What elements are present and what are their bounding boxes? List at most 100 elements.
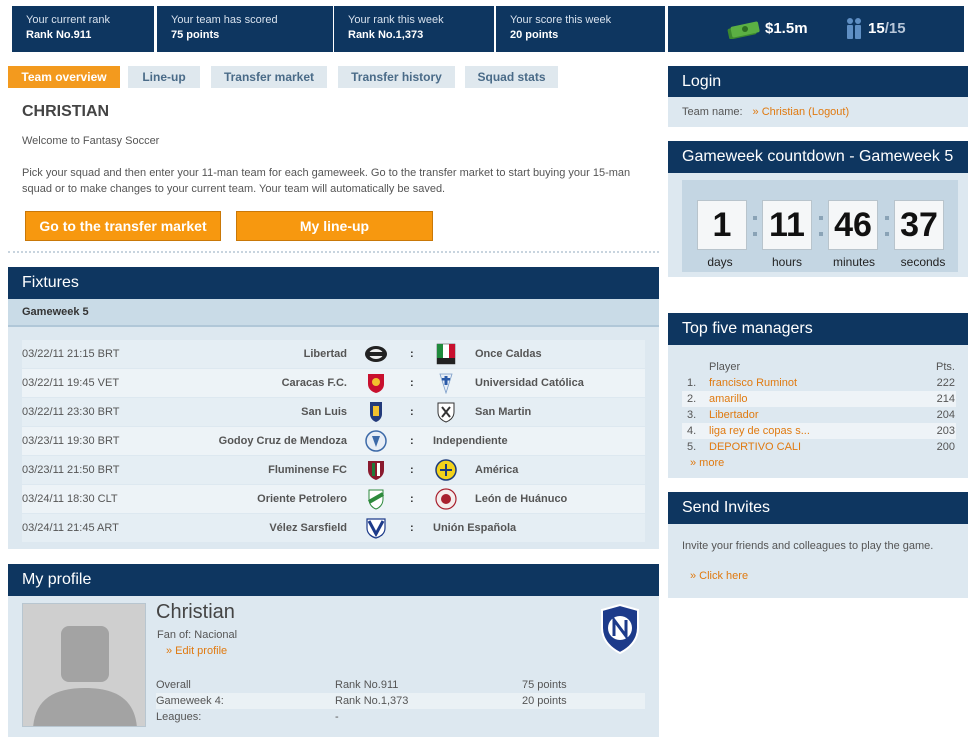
america-badge-icon [435,459,457,481]
edit-profile-link[interactable]: » Edit profile [166,645,227,657]
manager-points: 204 [936,409,955,421]
fixture-date: 03/22/11 21:15 BRT [22,348,120,360]
tab-transfer-history[interactable]: Transfer history [338,66,455,88]
fixture-away-team[interactable]: Unión Española [433,522,516,534]
fixture-home-team[interactable]: Caracas F.C. [282,377,347,389]
invite-text: Invite your friends and colleagues to pl… [682,540,934,552]
oriente-petrolero-badge-icon [368,489,384,510]
fixture-home-team[interactable]: Godoy Cruz de Mendoza [219,435,347,447]
manager-rank: 2. [687,393,697,405]
stat-value: Rank No.911 [26,29,92,41]
overall-points: 75 points [522,679,567,691]
fixture-separator: : [410,406,414,418]
fixture-home-team[interactable]: Vélez Sarsfield [269,522,347,534]
avatar [22,603,146,727]
team-name-label: Team name: [682,106,743,118]
manager-name-link[interactable]: francisco Ruminot [709,377,797,389]
budget-squad-box: $1.5m 15/15 [668,6,964,52]
logout-link[interactable]: » Christian (Logout) [753,106,850,118]
countdown-separator [818,204,824,246]
fixture-away-team[interactable]: Universidad Católica [475,377,584,389]
stat-value: 20 points [510,29,559,41]
fixture-separator: : [410,348,414,360]
fixture-row: 03/22/11 21:15 BRT Libertad : Once Calda… [22,340,645,368]
fixture-separator: : [410,493,414,505]
invite-click-here-link[interactable]: » Click here [690,570,748,582]
manager-name-link[interactable]: amarillo [709,393,748,405]
manager-name-link[interactable]: DEPORTIVO CALI [709,441,801,453]
libertad-badge-icon [365,346,387,362]
invites-panel [668,524,968,598]
stat-week-score: Your score this week 20 points [496,6,665,52]
invites-header: Send Invites [668,492,968,524]
tab-transfer-market[interactable]: Transfer market [211,66,327,88]
tab-team-overview[interactable]: Team overview [8,66,120,88]
velez-sarsfield-badge-icon [366,518,386,539]
profile-overall-row: Overall Rank No.911 75 points [156,677,645,693]
san-martin-badge-icon [437,402,455,423]
stat-value: 75 points [171,29,220,41]
countdown-hours: 11 [762,200,812,250]
gameweek-label: Gameweek 4: [156,695,224,707]
fixture-date: 03/24/11 18:30 CLT [22,493,118,505]
transfer-market-button[interactable]: Go to the transfer market [25,211,221,241]
profile-header: My profile [8,564,659,596]
my-lineup-button[interactable]: My line-up [236,211,433,241]
profile-name: Christian [156,601,235,623]
leagues-value: - [335,711,339,723]
manager-name-link[interactable]: liga rey de copas s... [709,425,810,437]
countdown-minutes: 46 [828,200,878,250]
money-stack-icon [727,21,760,39]
countdown-days-label: days [707,255,733,269]
squad-count: 15/15 [868,20,906,37]
fixture-home-team[interactable]: Libertad [304,348,347,360]
fixture-home-team[interactable]: Fluminense FC [268,464,347,476]
fixture-date: 03/23/11 19:30 BRT [22,435,120,447]
avatar-placeholder-icon [33,626,137,726]
countdown-days: 1 [697,200,747,250]
profile-gameweek-row: Gameweek 4: Rank No.1,373 20 points [156,693,645,709]
welcome-text: Welcome to Fantasy Soccer [22,135,160,147]
managers-header: Top five managers [668,313,968,345]
stat-current-rank: Your current rank Rank No.911 [12,6,154,52]
nacional-crest-icon [601,604,639,654]
fixture-away-team[interactable]: San Martin [475,406,531,418]
points-column-header: Pts. [936,361,955,373]
fixture-date: 03/23/11 21:50 BRT [22,464,120,476]
fixture-home-team[interactable]: San Luis [301,406,347,418]
stat-label: Your team has scored [171,14,278,26]
leon-de-huanuco-badge-icon [435,488,457,510]
fixture-row: 03/24/11 18:30 CLT Oriente Petrolero : L… [22,485,645,513]
overall-rank: Rank No.911 [335,679,399,691]
manager-points: 203 [936,425,955,437]
fixture-away-team[interactable]: León de Huánuco [475,493,567,505]
more-managers-link[interactable]: » more [690,457,724,469]
countdown-hours-label: hours [771,255,803,269]
overall-label: Overall [156,679,191,691]
countdown-seconds-label: seconds [900,255,946,269]
leagues-label: Leagues: [156,711,202,723]
manager-name-link[interactable]: Libertador [709,409,759,421]
tab-squad-stats[interactable]: Squad stats [465,66,558,88]
budget-value: $1.5m [765,20,808,37]
fixture-row: 03/23/11 19:30 BRT Godoy Cruz de Mendoza… [22,427,645,455]
fluminense-badge-icon [368,461,384,480]
gameweek-points: 20 points [522,695,567,707]
squad-count-value: 15 [868,20,885,37]
stat-value: Rank No.1,373 [348,29,424,41]
fixture-away-team[interactable]: Once Caldas [475,348,542,360]
fixture-away-team[interactable]: América [475,464,518,476]
tab-line-up[interactable]: Line-up [128,66,200,88]
fixture-away-team[interactable]: Independiente [433,435,508,447]
fixture-row: 03/22/11 19:45 VET Caracas F.C. : Univer… [22,369,645,397]
manager-points: 200 [936,441,955,453]
fixture-separator: : [410,464,414,476]
player-column-header: Player [709,361,741,373]
fixture-date: 03/24/11 21:45 ART [22,522,119,534]
fixture-row: 03/22/11 23:30 BRT San Luis : San Martin [22,398,645,426]
countdown-seconds: 37 [894,200,944,250]
fixture-home-team[interactable]: Oriente Petrolero [257,493,347,505]
intro-text: Pick your squad and then enter your 11-m… [22,167,631,195]
fixture-row: 03/24/11 21:45 ART Vélez Sarsfield : Uni… [22,514,645,542]
squad-people-icon [847,18,861,39]
